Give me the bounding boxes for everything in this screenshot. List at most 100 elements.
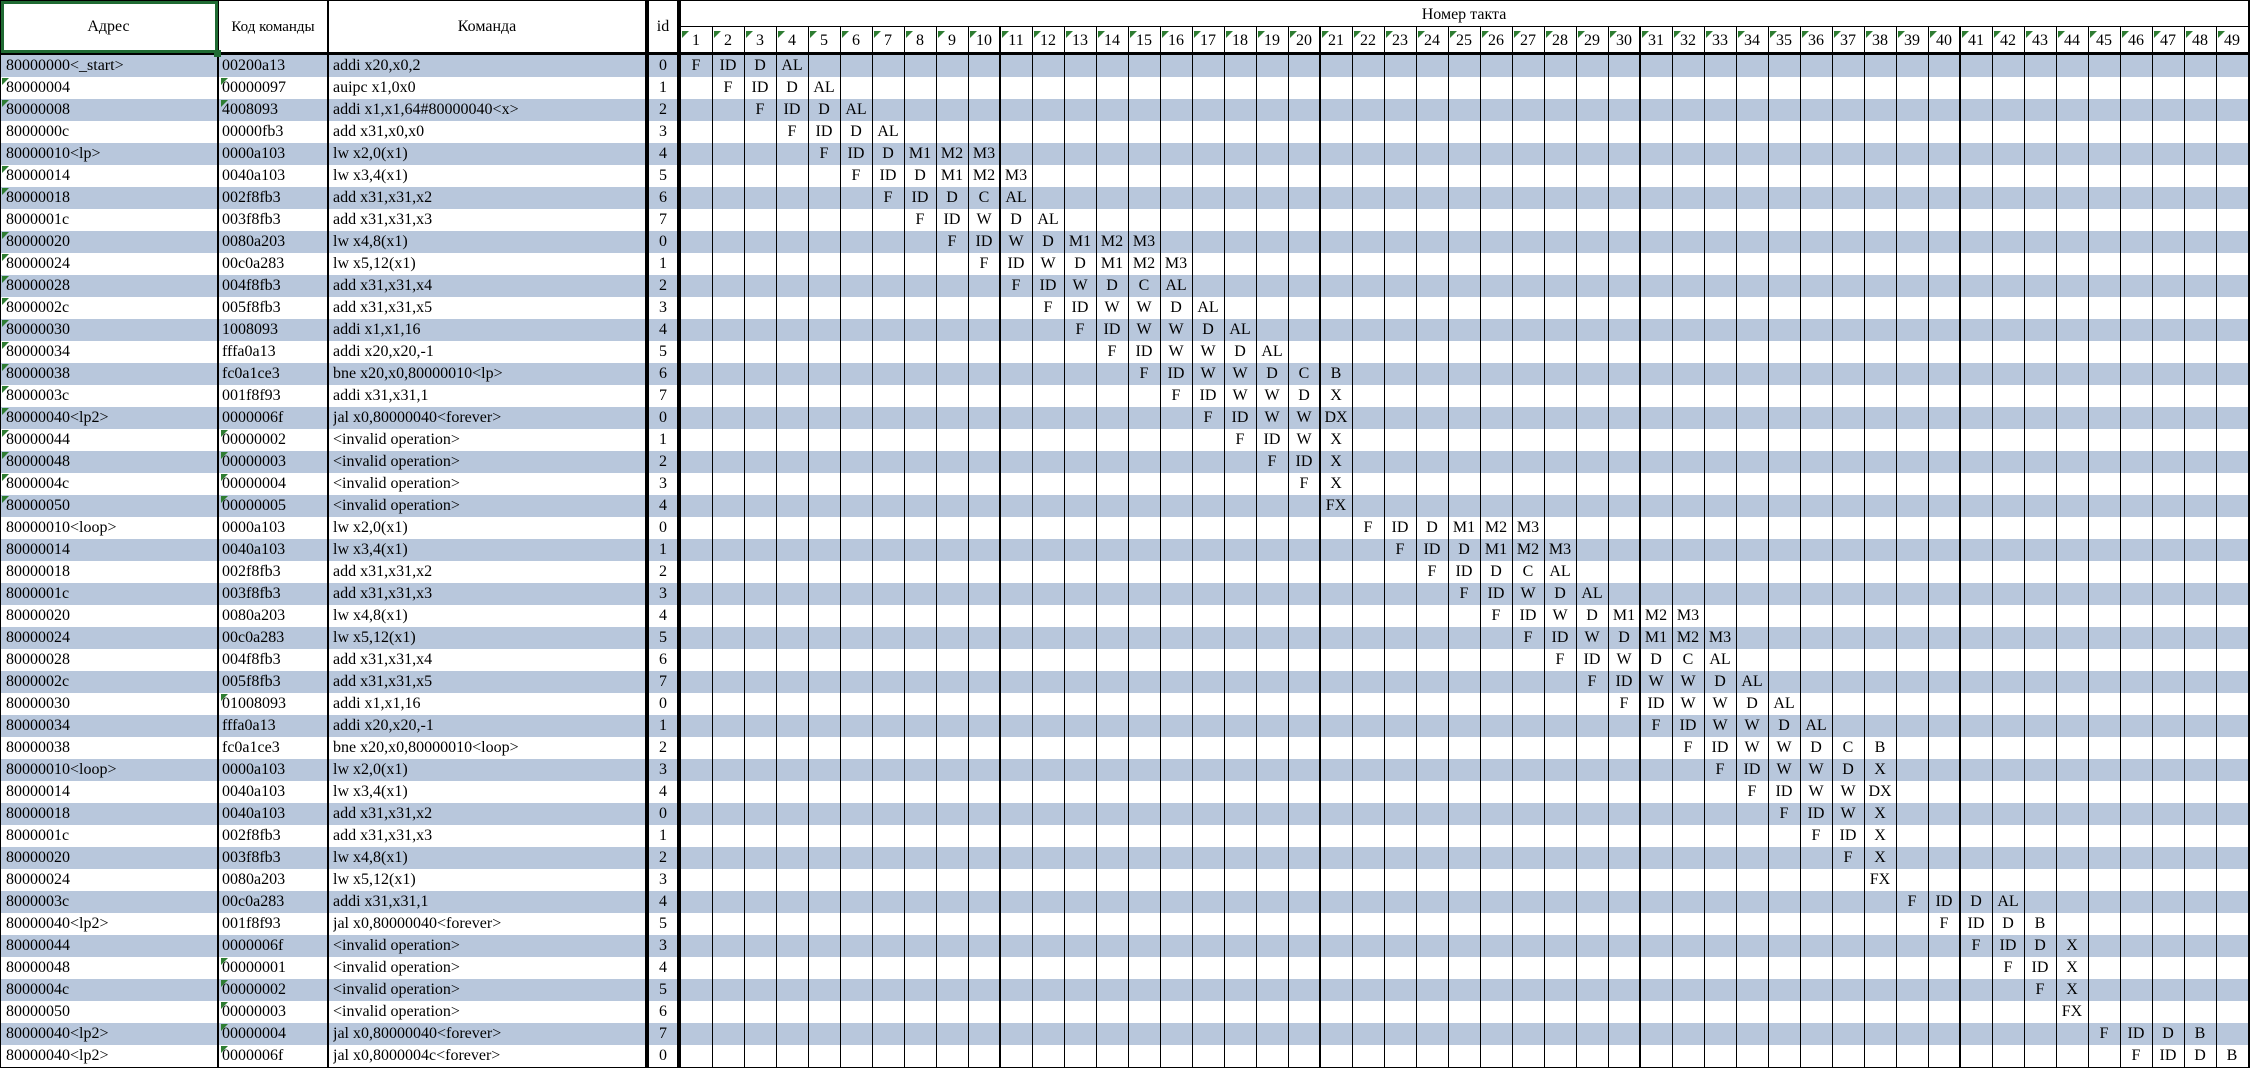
pipeline-stage-cell[interactable]: ID [1672, 715, 1704, 737]
pipeline-stage-cell[interactable]: D [872, 143, 904, 165]
pipeline-stage-cell[interactable]: D [1000, 209, 1032, 231]
pipeline-stage-cell[interactable]: AL [1800, 715, 1832, 737]
id-cell[interactable]: 0 [649, 693, 677, 715]
instruction-code-cell[interactable]: 00c0a283 [222, 253, 327, 275]
pipeline-stage-cell[interactable]: D [1576, 605, 1608, 627]
pipeline-stage-cell[interactable]: W [1256, 385, 1288, 407]
pipeline-stage-cell[interactable]: AL [1544, 561, 1576, 583]
address-cell[interactable]: 8000001c [6, 825, 217, 847]
pipeline-stage-cell[interactable]: ID [968, 231, 1000, 253]
command-cell[interactable]: lw x5,12(x1) [333, 869, 645, 891]
instruction-code-cell[interactable]: 0000006f [222, 935, 327, 957]
command-cell[interactable]: add x31,x31,x3 [333, 583, 645, 605]
pipeline-stage-cell[interactable]: F [1352, 517, 1384, 539]
pipeline-stage-cell[interactable]: ID [1000, 253, 1032, 275]
instruction-code-cell[interactable]: 002f8fb3 [222, 187, 327, 209]
instruction-code-cell[interactable]: fc0a1ce3 [222, 363, 327, 385]
pipeline-stage-cell[interactable]: F [1256, 451, 1288, 473]
pipeline-stage-cell[interactable]: D [1064, 253, 1096, 275]
pipeline-stage-cell[interactable]: D [1160, 297, 1192, 319]
command-cell[interactable]: <invalid operation> [333, 429, 645, 451]
address-cell[interactable]: 80000020 [6, 605, 217, 627]
instruction-code-cell[interactable]: 00000fb3 [222, 121, 327, 143]
pipeline-stage-cell[interactable]: F [1032, 297, 1064, 319]
pipeline-stage-cell[interactable]: W [1128, 319, 1160, 341]
pipeline-stage-cell[interactable]: F [2120, 1045, 2152, 1067]
pipeline-stage-cell[interactable]: D [904, 165, 936, 187]
pipeline-stage-cell[interactable]: AL [1256, 341, 1288, 363]
pipeline-stage-cell[interactable]: X [1864, 847, 1896, 869]
id-cell[interactable]: 3 [649, 473, 677, 495]
address-cell[interactable]: 80000048 [6, 451, 217, 473]
command-cell[interactable]: add x31,x31,x4 [333, 275, 645, 297]
id-cell[interactable]: 4 [649, 781, 677, 803]
command-cell[interactable]: add x31,x31,x5 [333, 671, 645, 693]
id-cell[interactable]: 1 [649, 429, 677, 451]
instruction-code-cell[interactable]: 003f8fb3 [222, 847, 327, 869]
address-cell[interactable]: 80000000<_start> [6, 55, 217, 77]
address-cell[interactable]: 80000018 [6, 187, 217, 209]
pipeline-stage-cell[interactable]: AL [840, 99, 872, 121]
instruction-code-cell[interactable]: 0000006f [222, 407, 327, 429]
pipeline-stage-cell[interactable]: F [872, 187, 904, 209]
pipeline-stage-cell[interactable]: ID [1768, 781, 1800, 803]
header-id[interactable]: id [649, 16, 677, 38]
id-cell[interactable]: 4 [649, 495, 677, 517]
command-cell[interactable]: lw x5,12(x1) [333, 253, 645, 275]
id-cell[interactable]: 0 [649, 517, 677, 539]
address-cell[interactable]: 8000001c [6, 209, 217, 231]
command-cell[interactable]: lw x4,8(x1) [333, 847, 645, 869]
pipeline-stage-cell[interactable]: D [1224, 341, 1256, 363]
pipeline-stage-cell[interactable]: ID [1512, 605, 1544, 627]
address-cell[interactable]: 80000048 [6, 957, 217, 979]
pipeline-stage-cell[interactable]: X [2056, 979, 2088, 1001]
command-cell[interactable]: addi x20,x20,-1 [333, 715, 645, 737]
pipeline-stage-cell[interactable]: F [1576, 671, 1608, 693]
pipeline-stage-cell[interactable]: C [1832, 737, 1864, 759]
id-cell[interactable]: 6 [649, 363, 677, 385]
pipeline-stage-cell[interactable]: X [1864, 759, 1896, 781]
command-cell[interactable]: addi x1,x1,16 [333, 693, 645, 715]
command-cell[interactable]: add x31,x31,x4 [333, 649, 645, 671]
address-cell[interactable]: 80000020 [6, 231, 217, 253]
address-cell[interactable]: 80000018 [6, 561, 217, 583]
pipeline-stage-cell[interactable]: F [744, 99, 776, 121]
id-cell[interactable]: 4 [649, 957, 677, 979]
pipeline-stage-cell[interactable]: W [1032, 253, 1064, 275]
pipeline-stage-cell[interactable]: D [776, 77, 808, 99]
id-cell[interactable]: 3 [649, 935, 677, 957]
pipeline-stage-cell[interactable]: F [712, 77, 744, 99]
pipeline-stage-cell[interactable]: D [1416, 517, 1448, 539]
instruction-code-cell[interactable]: 0000a103 [222, 517, 327, 539]
pipeline-stage-cell[interactable]: B [1320, 363, 1352, 385]
pipeline-stage-cell[interactable]: W [1160, 341, 1192, 363]
pipeline-stage-cell[interactable]: M3 [1160, 253, 1192, 275]
address-cell[interactable]: 80000024 [6, 869, 217, 891]
pipeline-stage-cell[interactable]: ID [2120, 1023, 2152, 1045]
command-cell[interactable]: addi x1,x1,16 [333, 319, 645, 341]
id-cell[interactable]: 3 [649, 121, 677, 143]
pipeline-stage-cell[interactable]: W [1832, 781, 1864, 803]
pipeline-stage-cell[interactable]: F [1608, 693, 1640, 715]
pipeline-stage-cell[interactable]: M1 [1608, 605, 1640, 627]
instruction-code-cell[interactable]: 004f8fb3 [222, 275, 327, 297]
pipeline-stage-cell[interactable]: W [1704, 693, 1736, 715]
pipeline-stage-cell[interactable]: AL [1768, 693, 1800, 715]
instruction-code-cell[interactable]: 0080a203 [222, 231, 327, 253]
command-cell[interactable]: jal x0,8000004c<forever> [333, 1045, 645, 1067]
pipeline-stage-cell[interactable]: D [1704, 671, 1736, 693]
pipeline-stage-cell[interactable]: D [1800, 737, 1832, 759]
pipeline-stage-cell[interactable]: M2 [968, 165, 1000, 187]
command-cell[interactable]: <invalid operation> [333, 957, 645, 979]
id-cell[interactable]: 4 [649, 143, 677, 165]
pipeline-stage-cell[interactable]: F [1096, 341, 1128, 363]
id-cell[interactable]: 7 [649, 671, 677, 693]
pipeline-stage-cell[interactable]: W [1096, 297, 1128, 319]
pipeline-stage-cell[interactable]: W [1000, 231, 1032, 253]
command-cell[interactable]: <invalid operation> [333, 1001, 645, 1023]
pipeline-stage-cell[interactable]: M3 [1704, 627, 1736, 649]
instruction-code-cell[interactable]: 00000001 [222, 957, 327, 979]
id-cell[interactable]: 2 [649, 561, 677, 583]
instruction-code-cell[interactable]: 01008093 [222, 693, 327, 715]
pipeline-stage-cell[interactable]: F [1544, 649, 1576, 671]
